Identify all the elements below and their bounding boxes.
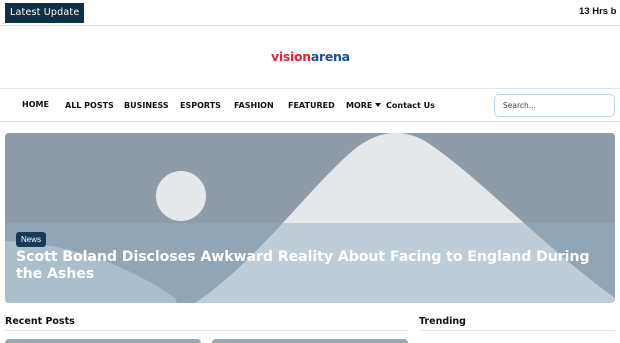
recent-post-card[interactable] <box>5 339 201 343</box>
hero-featured-post[interactable]: News Scott Boland Discloses Awkward Real… <box>5 133 615 303</box>
nav-item-contact-us[interactable]: Contact Us <box>386 101 435 110</box>
ticker-headline[interactable]: 13 Hrs b <box>579 6 617 17</box>
nav-item-fashion[interactable]: FASHION <box>234 101 274 110</box>
recent-posts-divider <box>5 330 408 331</box>
logo-part-arena: arena <box>310 49 350 64</box>
nav-item-esports[interactable]: ESPORTS <box>180 101 221 110</box>
category-tag[interactable]: News <box>16 232 47 247</box>
nav-item-all-posts[interactable]: ALL POSTS <box>65 101 114 110</box>
nav-item-more-label: MORE <box>346 101 373 110</box>
recent-posts-heading: Recent Posts <box>5 316 75 327</box>
trending-divider <box>419 330 615 331</box>
caret-down-icon <box>375 103 382 107</box>
trending-heading: Trending <box>419 316 466 327</box>
ticker-bar: Latest Update 13 Hrs b <box>0 0 620 26</box>
hero-title[interactable]: Scott Boland Discloses Awkward Reality A… <box>16 249 591 283</box>
nav-item-featured[interactable]: FEATURED <box>288 101 335 110</box>
nav-item-more[interactable]: MORE <box>346 101 382 110</box>
latest-update-label: Latest Update <box>5 3 85 23</box>
recent-post-card[interactable] <box>212 339 408 343</box>
logo-part-vision: vision <box>271 49 311 64</box>
nav-item-home[interactable]: HOME <box>22 100 49 109</box>
search-input[interactable] <box>494 94 615 117</box>
nav-item-business[interactable]: BUSINESS <box>124 101 169 110</box>
site-logo[interactable]: visionarena <box>271 49 350 64</box>
